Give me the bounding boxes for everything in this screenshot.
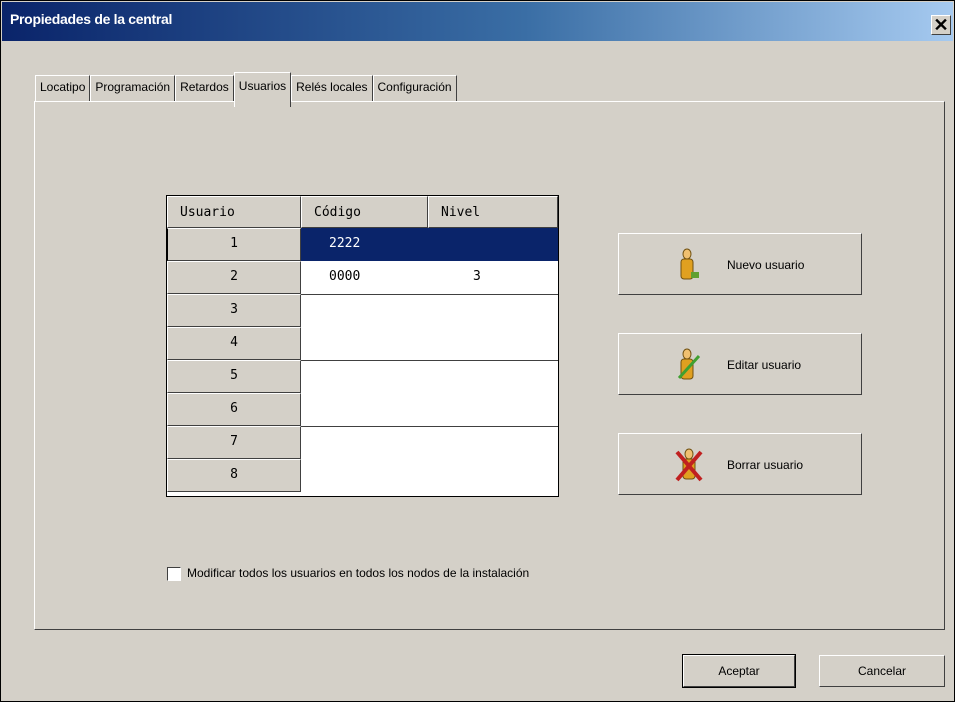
table-row[interactable] — [301, 294, 558, 327]
table-row[interactable] — [301, 360, 558, 393]
table-row[interactable]: 0000 3 — [301, 261, 558, 294]
modify-all-checkbox[interactable] — [167, 567, 181, 581]
column-header-codigo[interactable]: Código — [301, 196, 428, 228]
nivel-cell: 3 — [473, 269, 481, 284]
tab-programacion[interactable]: Programación — [90, 75, 176, 102]
accept-button[interactable]: Aceptar — [682, 654, 796, 688]
title-bar[interactable]: Propiedades de la central ✕ — [2, 2, 953, 41]
row-header[interactable]: 7 — [167, 426, 301, 459]
tab-strip: Locatipo Programación Retardos Usuarios … — [35, 72, 457, 107]
table-row[interactable] — [301, 426, 558, 459]
window-title: Propiedades de la central — [10, 11, 173, 27]
table-row[interactable] — [301, 327, 558, 360]
tab-reles-locales[interactable]: Relés locales — [291, 75, 373, 102]
delete-user-label: Borrar usuario — [727, 458, 804, 472]
close-button[interactable]: ✕ — [931, 15, 951, 35]
row-header[interactable]: 6 — [167, 393, 301, 426]
row-header[interactable]: 4 — [167, 327, 301, 360]
user-add-icon — [680, 248, 699, 280]
edit-user-button[interactable]: Editar usuario — [618, 333, 862, 395]
row-header[interactable]: 3 — [167, 294, 301, 327]
column-header-nivel[interactable]: Nivel — [428, 196, 558, 228]
table-row[interactable] — [301, 459, 558, 492]
tab-configuracion[interactable]: Configuración — [372, 75, 457, 102]
codigo-cell: 0000 — [329, 269, 361, 284]
modify-all-label: Modificar todos los usuarios en todos lo… — [187, 566, 530, 580]
row-header[interactable]: 8 — [167, 459, 301, 492]
tab-retardos[interactable]: Retardos — [175, 75, 234, 102]
delete-user-button[interactable]: Borrar usuario — [618, 433, 862, 495]
user-edit-icon — [677, 348, 701, 380]
codigo-cell: 2222 — [329, 236, 361, 251]
row-header[interactable]: 1 — [167, 228, 301, 261]
properties-dialog: Propiedades de la central ✕ Locatipo Pro… — [0, 0, 955, 702]
user-delete-icon — [675, 448, 703, 482]
column-header-usuario[interactable]: Usuario — [167, 196, 301, 228]
tab-locatipo[interactable]: Locatipo — [35, 75, 91, 102]
close-icon: ✕ — [933, 15, 949, 35]
tab-usuarios[interactable]: Usuarios — [233, 72, 292, 107]
users-grid[interactable]: Usuario Código Nivel 1 2222 2 0000 3 3 4 5 6 7 8 — [166, 195, 559, 497]
new-user-button[interactable]: Nuevo usuario — [618, 233, 862, 295]
cancel-button[interactable]: Cancelar — [819, 655, 945, 687]
edit-user-label: Editar usuario — [727, 358, 802, 372]
row-header[interactable]: 5 — [167, 360, 301, 393]
row-header[interactable]: 2 — [167, 261, 301, 294]
table-row[interactable] — [301, 393, 558, 426]
table-row[interactable]: 2222 — [301, 228, 558, 261]
new-user-label: Nuevo usuario — [727, 258, 805, 272]
